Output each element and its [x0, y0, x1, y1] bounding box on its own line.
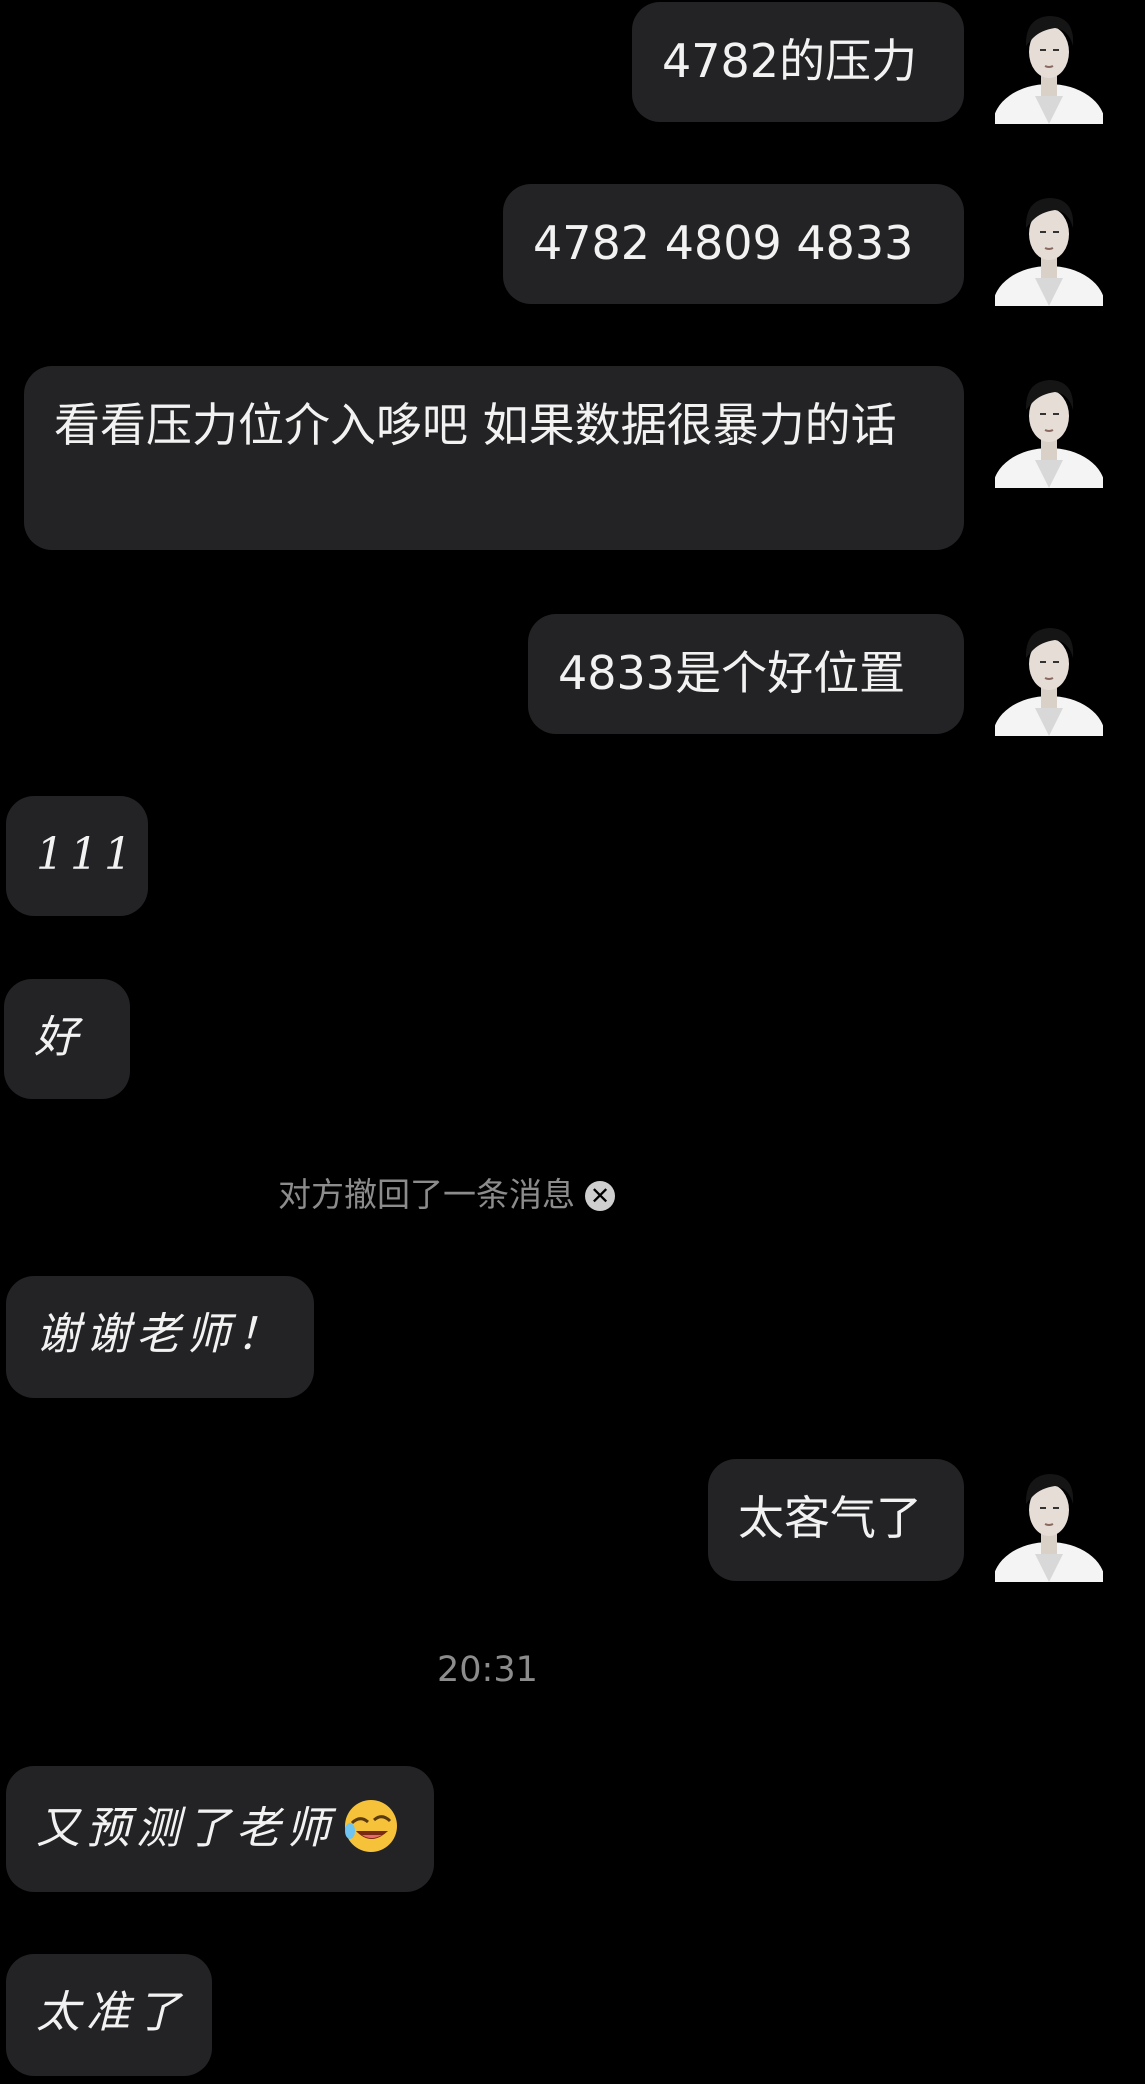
message-text: 111 — [36, 829, 138, 880]
outgoing-message-bubble[interactable]: 看看压力位介入哆吧 如果数据很暴力的话 — [24, 366, 964, 550]
message-text: 又预测了老师 — [36, 1803, 336, 1854]
system-text: 对方撤回了一条消息 — [278, 1175, 575, 1214]
user-avatar[interactable] — [995, 364, 1103, 488]
outgoing-message-bubble[interactable]: 4833是个好位置 — [528, 614, 964, 734]
outgoing-message-bubble[interactable]: 4782 4809 4833 — [503, 184, 964, 304]
user-avatar[interactable] — [995, 0, 1103, 124]
incoming-message-bubble[interactable]: 111 — [6, 796, 148, 916]
incoming-message-bubble[interactable]: 又预测了老师 — [6, 1766, 434, 1892]
laughing-winking-face-emoji-icon — [340, 1793, 402, 1855]
incoming-message-bubble[interactable]: 好 — [4, 979, 130, 1099]
incoming-message-bubble[interactable]: 谢谢老师！ — [6, 1276, 314, 1398]
outgoing-message-bubble[interactable]: 4782的压力 — [632, 2, 964, 122]
timestamp-text: 20:31 — [437, 1650, 538, 1690]
user-avatar[interactable] — [995, 1458, 1103, 1582]
close-icon[interactable]: ✕ — [585, 1181, 615, 1211]
message-text: 太准了 — [36, 1987, 186, 2038]
message-text: 太客气了 — [738, 1491, 922, 1545]
outgoing-message-bubble[interactable]: 太客气了 — [708, 1459, 964, 1581]
chat-conversation: 4782的压力 4782 4809 4833 看看压力位介入哆吧 如果数据很暴力… — [0, 0, 1145, 2084]
recalled-message-notice: 对方撤回了一条消息 ✕ — [278, 1175, 615, 1215]
message-text: 4833是个好位置 — [558, 646, 906, 700]
message-text: 谢谢老师！ — [36, 1309, 286, 1360]
message-text: 看看压力位介入哆吧 如果数据很暴力的话 — [54, 398, 897, 452]
message-text: 好 — [34, 1012, 84, 1063]
message-text: 4782的压力 — [662, 34, 918, 88]
incoming-message-bubble[interactable]: 太准了 — [6, 1954, 212, 2076]
message-text: 4782 4809 4833 — [533, 216, 914, 270]
timestamp: 20:31 — [437, 1650, 538, 1690]
user-avatar[interactable] — [995, 612, 1103, 736]
user-avatar[interactable] — [995, 182, 1103, 306]
